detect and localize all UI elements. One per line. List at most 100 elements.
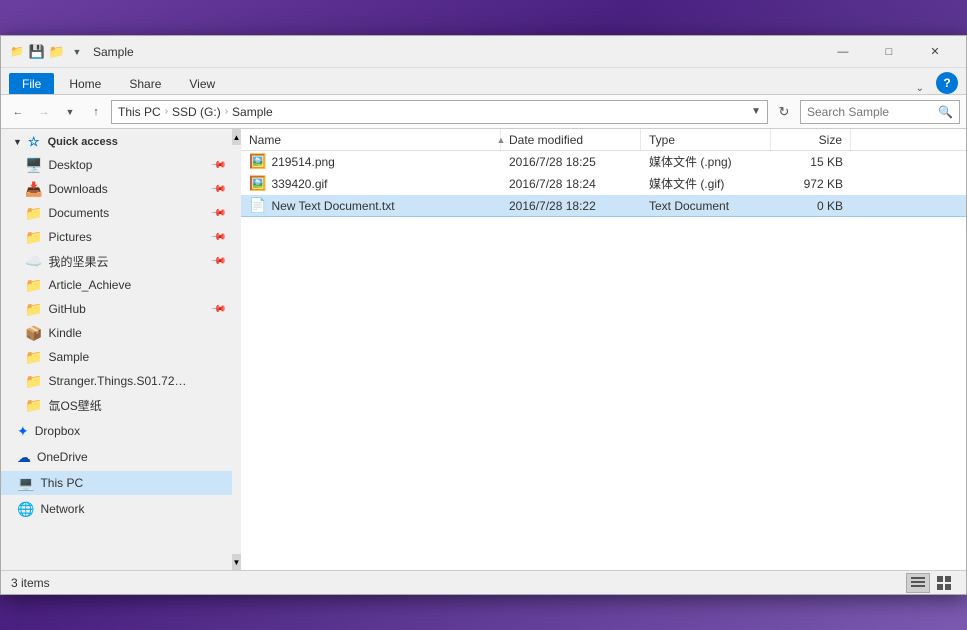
- sidebar-item-kindle[interactable]: 📦 Kindle: [1, 321, 232, 345]
- sidebar-item-xenos[interactable]: 📁 氙OS壁纸: [1, 393, 232, 417]
- col-header-type[interactable]: Type: [641, 129, 771, 150]
- sidebar-item-onedrive[interactable]: ☁ OneDrive: [1, 445, 232, 469]
- sidebar-item-downloads[interactable]: 📥 Downloads 📌: [1, 177, 232, 201]
- col-header-name[interactable]: Name: [241, 129, 501, 150]
- xenos-label: 氙OS壁纸: [48, 397, 101, 414]
- refresh-button[interactable]: ↻: [772, 100, 796, 124]
- view-details-button[interactable]: [906, 573, 930, 593]
- sidebar-item-dropbox[interactable]: ✦ Dropbox: [1, 419, 232, 443]
- tab-home[interactable]: Home: [56, 73, 114, 94]
- breadcrumb-thispc[interactable]: This PC: [118, 105, 161, 119]
- documents-icon: 📁: [25, 205, 42, 222]
- sidebar-item-sample[interactable]: 📁 Sample: [1, 345, 232, 369]
- tab-file[interactable]: File: [9, 73, 54, 94]
- nutstore-icon: ☁️: [25, 253, 42, 270]
- sidebar-item-article[interactable]: 📁 Article_Achieve: [1, 273, 232, 297]
- title-bar: 📁 💾 📁 ▼ Sample — □ ✕: [1, 36, 966, 68]
- quick-access-label: Quick access: [48, 136, 118, 148]
- dropbox-icon: ✦: [17, 423, 29, 440]
- window-title: Sample: [93, 45, 820, 59]
- view-controls: [906, 573, 956, 593]
- maximize-button[interactable]: □: [866, 36, 912, 68]
- breadcrumb-sep2: ›: [225, 106, 228, 117]
- dropdown-icon[interactable]: ▼: [69, 44, 85, 60]
- file-icon-newtxt: 📄: [249, 197, 266, 214]
- view-large-button[interactable]: [932, 573, 956, 593]
- sidebar-item-thispc[interactable]: 💻 This PC: [1, 471, 232, 495]
- breadcrumb-current[interactable]: Sample: [232, 105, 273, 119]
- pin-icon-github: 📌: [209, 301, 226, 318]
- help-button[interactable]: ?: [936, 72, 958, 94]
- forward-button[interactable]: →: [33, 101, 55, 123]
- ribbon-tabs: File Home Share View ⌄ ?: [1, 68, 966, 94]
- address-dropdown-icon[interactable]: ▼: [751, 106, 761, 117]
- breadcrumb-ssd[interactable]: SSD (G:): [172, 105, 221, 119]
- tab-view[interactable]: View: [176, 73, 228, 94]
- file-date-newtxt: 2016/7/28 18:22: [501, 195, 641, 216]
- file-icon-339420: 🖼️: [249, 175, 266, 192]
- search-input[interactable]: [807, 105, 934, 119]
- file-list-header: Name ▲ Date modified Type Size: [241, 129, 966, 151]
- downloads-icon: 📥: [25, 181, 42, 198]
- xenos-icon: 📁: [25, 397, 42, 414]
- window-controls: — □ ✕: [820, 36, 958, 68]
- address-area: ← → ▼ ↑ This PC › SSD (G:) › Sample ▼ ↻ …: [1, 95, 966, 129]
- address-bar[interactable]: This PC › SSD (G:) › Sample ▼: [111, 100, 768, 124]
- file-date-339420: 2016/7/28 18:24: [501, 173, 641, 194]
- github-label: GitHub: [48, 302, 85, 316]
- file-date-219514: 2016/7/28 18:25: [501, 151, 641, 172]
- sidebar-scroll-down[interactable]: ▼: [232, 554, 241, 570]
- article-icon: 📁: [25, 277, 42, 294]
- file-name-newtxt: 📄 New Text Document.txt: [241, 195, 501, 216]
- sidebar-item-desktop[interactable]: 🖥️ Desktop 📌: [1, 153, 232, 177]
- search-box[interactable]: 🔍: [800, 100, 960, 124]
- search-icon[interactable]: 🔍: [938, 105, 953, 119]
- item-count: 3 items: [11, 576, 50, 590]
- recent-button[interactable]: ▼: [59, 101, 81, 123]
- sidebar-item-documents[interactable]: 📁 Documents 📌: [1, 201, 232, 225]
- col-header-size[interactable]: Size: [771, 129, 851, 150]
- tab-share[interactable]: Share: [116, 73, 174, 94]
- large-view-icon: [936, 575, 952, 591]
- stranger-icon: 📁: [25, 373, 42, 390]
- sidebar-header-quickaccess[interactable]: ▼ ☆ Quick access: [1, 131, 232, 153]
- sidebar-inner: ▼ ☆ Quick access 🖥️ Desktop 📌 📥 Download…: [1, 129, 232, 523]
- sidebar-item-github[interactable]: 📁 GitHub 📌: [1, 297, 232, 321]
- file-size-219514: 15 KB: [771, 151, 851, 172]
- file-row-219514[interactable]: 🖼️ 219514.png 2016/7/28 18:25 媒体文件 (.png…: [241, 151, 966, 173]
- file-type-newtxt: Text Document: [641, 195, 771, 216]
- new-folder-icon: 📁: [49, 44, 65, 60]
- sidebar-item-nutstore[interactable]: ☁️ 我的坚果云 📌: [1, 249, 232, 273]
- sidebar-item-network[interactable]: 🌐 Network: [1, 497, 232, 521]
- title-bar-icons: 📁 💾 📁 ▼: [9, 44, 85, 60]
- sidebar-item-stranger[interactable]: 📁 Stranger.Things.S01.720p.N: [1, 369, 232, 393]
- sidebar-item-pictures[interactable]: 📁 Pictures 📌: [1, 225, 232, 249]
- ribbon-expand-icon[interactable]: ⌄: [910, 83, 930, 94]
- pin-icon-nutstore: 📌: [209, 253, 226, 270]
- minimize-button[interactable]: —: [820, 36, 866, 68]
- file-name-219514: 🖼️ 219514.png: [241, 151, 501, 172]
- ribbon: File Home Share View ⌄ ?: [1, 68, 966, 95]
- sidebar-scrollbar: ▲ ▼: [232, 129, 241, 570]
- pin-icon-downloads: 📌: [209, 181, 226, 198]
- chevron-down-icon: ▼: [13, 137, 22, 147]
- file-size-339420: 972 KB: [771, 173, 851, 194]
- sidebar-scroll-up[interactable]: ▲: [232, 129, 241, 145]
- file-row-newtxt[interactable]: 📄 New Text Document.txt 2016/7/28 18:22 …: [241, 195, 966, 217]
- back-button[interactable]: ←: [7, 101, 29, 123]
- thispc-icon: 💻: [17, 475, 34, 492]
- kindle-icon: 📦: [25, 325, 42, 342]
- col-header-date[interactable]: Date modified: [501, 129, 641, 150]
- close-button[interactable]: ✕: [912, 36, 958, 68]
- file-row-339420[interactable]: 🖼️ 339420.gif 2016/7/28 18:24 媒体文件 (.gif…: [241, 173, 966, 195]
- sidebar-section-network: 🌐 Network: [1, 497, 232, 521]
- status-bar: 3 items: [1, 570, 966, 594]
- desktop-icon: 🖥️: [25, 157, 42, 174]
- col-type-label: Type: [649, 133, 675, 147]
- save-icon: 💾: [29, 44, 45, 60]
- file-rows: 🖼️ 219514.png 2016/7/28 18:25 媒体文件 (.png…: [241, 151, 966, 570]
- sidebar-scroll-thumb: [232, 145, 241, 554]
- onedrive-label: OneDrive: [37, 450, 88, 464]
- up-button[interactable]: ↑: [85, 101, 107, 123]
- pin-icon-desktop: 📌: [209, 157, 226, 174]
